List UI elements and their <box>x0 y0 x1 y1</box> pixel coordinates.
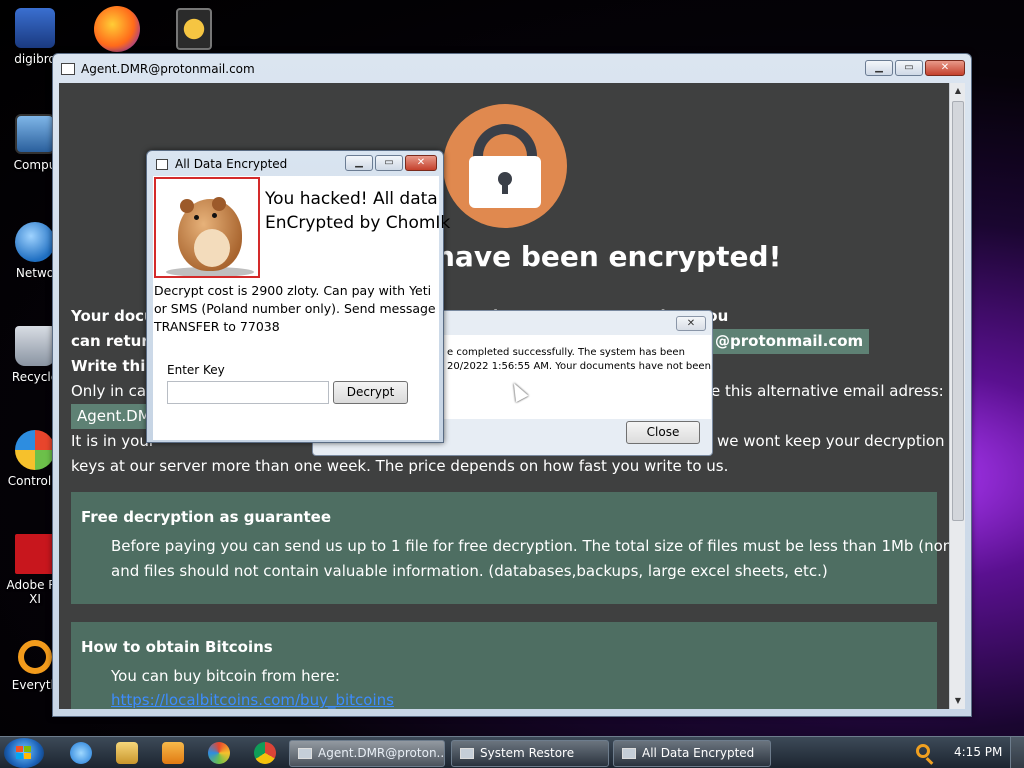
lock-icon <box>443 104 567 228</box>
bitcoin-link[interactable]: https://localbitcoins.com/buy_bitcoins <box>111 688 394 709</box>
taskbar-button-system-restore[interactable]: System Restore <box>451 740 609 767</box>
close-button[interactable]: ✕ <box>925 60 965 76</box>
all-data-encrypted-dialog: All Data Encrypted ▁ ▭ ✕ You hacked! All… <box>146 150 450 443</box>
hamster-ear <box>212 197 226 211</box>
free-decryption-heading: Free decryption as guarantee <box>81 508 332 526</box>
taskbar-button-agent-dmr[interactable]: Agent.DMR@proton... <box>289 740 445 767</box>
taskbar-button-label: System Restore <box>480 746 575 760</box>
scroll-thumb[interactable] <box>952 101 964 521</box>
close-icon: ✕ <box>416 157 426 168</box>
windows-logo-icon <box>16 746 32 760</box>
show-desktop-button[interactable] <box>1010 737 1024 768</box>
network-icon <box>15 222 55 262</box>
line1-left: Your docu <box>71 307 155 325</box>
dialog-minimize-button[interactable]: ▁ <box>345 155 373 171</box>
free-decryption-line1: Before paying you can send us up to 1 fi… <box>111 537 951 555</box>
contact-email: @protonmail.com <box>709 329 870 354</box>
hamster-image <box>154 177 260 278</box>
lock-keyhole-stem <box>502 182 508 194</box>
line4-right: e this alternative email adress: <box>711 382 944 400</box>
minimize-icon: ▁ <box>875 62 883 73</box>
start-button[interactable] <box>4 738 44 768</box>
explorer-icon[interactable] <box>116 742 138 764</box>
window-icon <box>460 748 474 759</box>
hamster-belly <box>194 229 230 267</box>
dialog-close-button[interactable]: ✕ <box>405 155 437 171</box>
headline: have been encrypted! <box>435 240 782 273</box>
hamster-ear <box>180 199 194 213</box>
paint-icon[interactable] <box>208 742 230 764</box>
bitcoin-line1: You can buy bitcoin from here: <box>111 667 340 685</box>
recycle-bin-icon <box>15 326 55 366</box>
taskbar: Agent.DMR@proton... System Restore All D… <box>0 736 1024 768</box>
window-title: Agent.DMR@protonmail.com <box>81 62 255 76</box>
media-player-icon[interactable] <box>162 742 184 764</box>
bitcoin-heading: How to obtain Bitcoins <box>81 638 273 656</box>
hacked-message-line1: You hacked! All data <box>265 189 438 209</box>
minimize-icon: ▁ <box>355 157 363 168</box>
line7: keys at our server more than one week. T… <box>71 457 729 475</box>
restore-message-line2: 20/2022 1:56:55 AM. Your documents have … <box>447 361 711 372</box>
hacked-message-line2: EnCrypted by ChomIk <box>265 213 451 233</box>
free-decryption-box: Free decryption as guarantee Before payi… <box>71 492 951 604</box>
decrypt-cost-line3: TRANSFER to 77038 <box>154 319 280 334</box>
dialog-client-area: You hacked! All data EnCrypted by ChomIk… <box>153 176 450 440</box>
vertical-scrollbar[interactable]: ▲ ▼ <box>949 83 965 709</box>
chrome-icon[interactable] <box>254 742 276 764</box>
line6-right: we wont keep your decryption <box>717 432 945 450</box>
enter-key-label: Enter Key <box>167 363 225 377</box>
maximize-icon: ▭ <box>904 62 914 73</box>
maximize-button[interactable]: ▭ <box>895 60 923 76</box>
dialog-app-icon <box>156 159 168 170</box>
computer-icon <box>15 114 55 154</box>
window-icon <box>622 748 636 759</box>
bitcoin-box: How to obtain Bitcoins You can buy bitco… <box>71 622 937 709</box>
digibro-app-icon <box>15 8 55 48</box>
hamster-eye <box>194 215 199 220</box>
restore-close-button[interactable]: Close <box>626 421 700 444</box>
tray-search-icon[interactable] <box>916 744 930 758</box>
adobe-reader-icon <box>15 534 55 574</box>
close-icon: ✕ <box>940 62 950 73</box>
lock-body <box>469 156 541 208</box>
control-panel-icon <box>15 430 55 470</box>
ie-icon[interactable] <box>70 742 92 764</box>
taskbar-button-all-data-encrypted[interactable]: All Data Encrypted <box>613 740 771 767</box>
everything-search-icon <box>18 640 52 674</box>
dialog-maximize-button[interactable]: ▭ <box>375 155 403 171</box>
dialog-window-controls: ▁ ▭ ✕ <box>345 155 437 171</box>
firefox-icon[interactable] <box>94 6 140 52</box>
free-decryption-line2: and files should not contain valuable in… <box>111 562 828 580</box>
key-input[interactable] <box>167 381 329 404</box>
minimize-button[interactable]: ▁ <box>865 60 893 76</box>
line3-left: Write this <box>71 357 155 375</box>
maximize-icon: ▭ <box>384 157 394 168</box>
clock-app-icon[interactable] <box>176 8 212 50</box>
clock[interactable]: 4:15 PM <box>954 745 1002 759</box>
decrypt-button[interactable]: Decrypt <box>333 381 408 404</box>
scroll-down-icon[interactable]: ▼ <box>950 693 966 709</box>
decrypt-cost-line2: or SMS (Poland number only). Send messag… <box>154 301 436 316</box>
window-app-icon <box>61 63 75 75</box>
line6-left: It is in your <box>71 432 155 450</box>
decrypt-cost-line1: Decrypt cost is 2900 zloty. Can pay with… <box>154 283 432 298</box>
restore-close-x-button[interactable]: ✕ <box>676 316 706 331</box>
hamster-eye <box>212 213 217 218</box>
taskbar-button-label: All Data Encrypted <box>642 746 755 760</box>
dialog-title: All Data Encrypted <box>175 157 288 171</box>
taskbar-button-label: Agent.DMR@proton... <box>318 746 445 760</box>
restore-message-line1: e completed successfully. The system has… <box>447 347 685 358</box>
window-icon <box>298 748 312 759</box>
scroll-up-icon[interactable]: ▲ <box>950 83 966 99</box>
window-controls: ▁ ▭ ✕ <box>865 60 965 76</box>
